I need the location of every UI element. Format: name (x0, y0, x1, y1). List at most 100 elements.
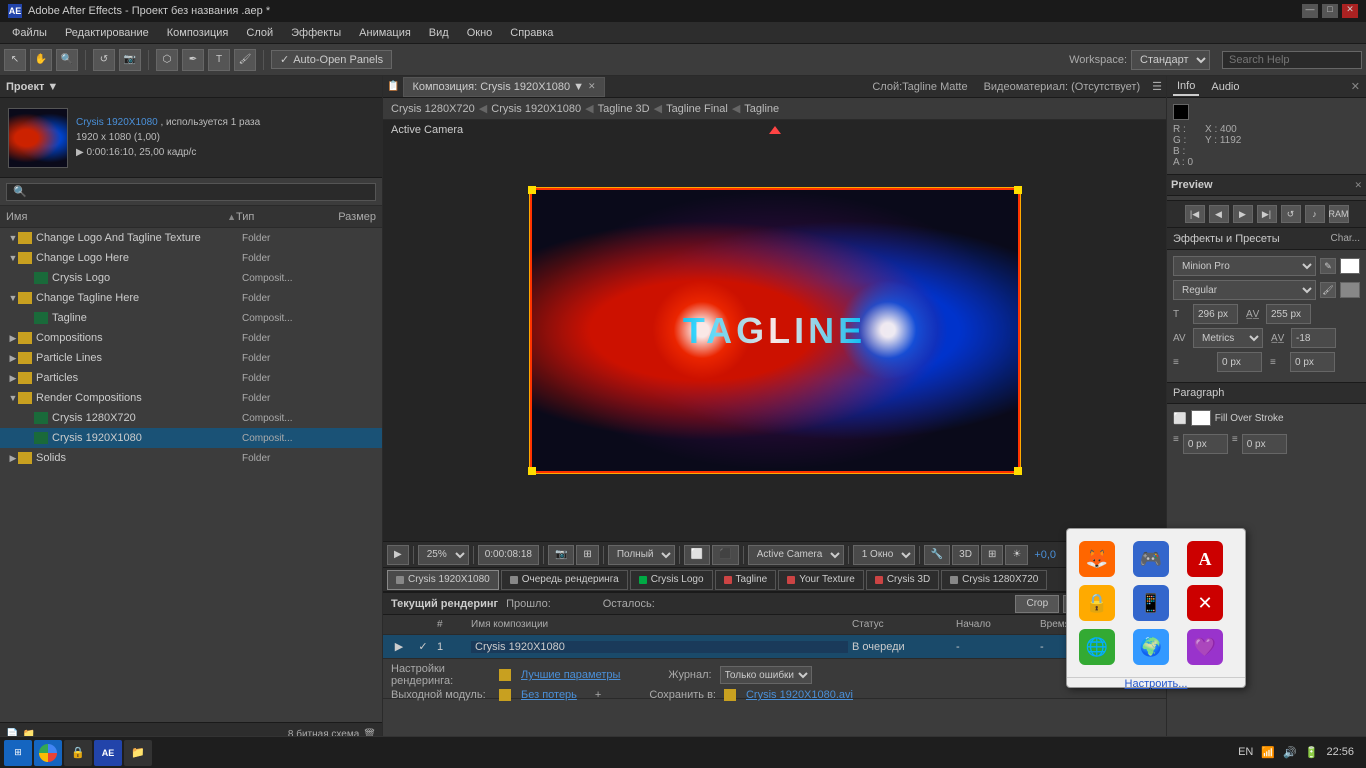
add-output-btn[interactable]: + (595, 689, 601, 701)
start-btn[interactable]: ⊞ (4, 740, 32, 766)
menu-layer[interactable]: Слой (238, 25, 281, 41)
panel-close-icon[interactable]: ✕ (1351, 80, 1360, 93)
bottom-tab-your-texture[interactable]: Your Texture (778, 570, 864, 590)
prev-play-btn[interactable]: ▶ (1233, 205, 1253, 223)
bottom-tab-crysis-1920[interactable]: Crysis 1920X1080 (387, 570, 499, 590)
exposure-btn[interactable]: ☀ (1005, 545, 1028, 565)
preview-close-icon[interactable]: ✕ (1354, 180, 1362, 191)
menu-animation[interactable]: Анимация (351, 25, 419, 41)
prev-loop-btn[interactable]: ↺ (1281, 205, 1301, 223)
auto-open-panels-btn[interactable]: ✓ Auto-Open Panels (271, 50, 392, 69)
log-select[interactable]: Только ошибки (720, 666, 812, 684)
tool-text[interactable]: T (208, 49, 230, 71)
font-size-input[interactable] (1193, 304, 1238, 324)
metrics-select[interactable]: Metrics (1193, 328, 1263, 348)
prev-first-btn[interactable]: |◀ (1185, 205, 1205, 223)
font-style-swatch[interactable] (1340, 282, 1360, 298)
comp-tab-crysis[interactable]: Композиция: Crysis 1920X1080 ▼ ✕ (403, 77, 604, 97)
color-swatch[interactable] (1173, 104, 1189, 120)
font-pencil-btn[interactable]: ✎ (1320, 258, 1336, 274)
audio-tab[interactable]: Audio (1207, 79, 1243, 95)
workspace-select[interactable]: Стандарт (1131, 50, 1210, 70)
fill-swatch[interactable] (1191, 410, 1211, 426)
font-style-select[interactable]: Regular (1173, 280, 1316, 300)
tree-item-change-tagline-here[interactable]: ▼ Change Tagline Here Folder (0, 288, 382, 308)
char-tab[interactable]: Char... (1331, 233, 1360, 244)
minimize-button[interactable]: — (1302, 4, 1318, 18)
menu-composition[interactable]: Композиция (159, 25, 237, 41)
menu-window[interactable]: Окно (459, 25, 501, 41)
tree-item-change-logo-here[interactable]: ▼ Change Logo Here Folder (0, 248, 382, 268)
tree-item-solids[interactable]: ▶ Solids Folder (0, 448, 382, 468)
viewport[interactable]: Active Camera TAGLINE (383, 120, 1166, 541)
tracking-input[interactable] (1266, 304, 1311, 324)
popup-icon-gamepad[interactable]: 🎮 (1133, 541, 1169, 577)
indent-right-input[interactable] (1290, 352, 1335, 372)
breadcrumb-crysis-1280[interactable]: Crysis 1280X720 (391, 103, 475, 115)
menu-help[interactable]: Справка (502, 25, 561, 41)
popup-icon-web[interactable]: 🌐 (1079, 629, 1115, 665)
tool-zoom[interactable]: 🔍 (56, 49, 78, 71)
popup-icon-fox[interactable]: 🦊 (1079, 541, 1115, 577)
font-family-select[interactable]: Minion Pro (1173, 256, 1316, 276)
tool-arrow[interactable]: ↖ (4, 49, 26, 71)
close-button[interactable]: ✕ (1342, 4, 1358, 18)
timecode-btn[interactable]: 0:00:08:18 (478, 545, 539, 565)
save-value[interactable]: Crysis 1920X1080.avi (746, 689, 853, 701)
render-row-1[interactable]: ▶ ✓ 1 Crysis 1920X1080 В очереди - - (383, 635, 1166, 659)
playback-btn[interactable]: ▶ (387, 545, 409, 565)
output-value[interactable]: Без потерь (521, 689, 577, 701)
breadcrumb-tagline-3d[interactable]: Tagline 3D (598, 103, 650, 115)
spacing-after-input[interactable] (1242, 434, 1287, 454)
search-input[interactable] (1222, 51, 1362, 69)
comp-tab-close[interactable]: ✕ (588, 81, 596, 92)
tree-item-crysis-logo[interactable]: Crysis Logo Composit... (0, 268, 382, 288)
bottom-tab-crysis-3d[interactable]: Crysis 3D (866, 570, 939, 590)
bottom-tab-render-queue[interactable]: Очередь рендеринга (501, 570, 628, 590)
zoom-select[interactable]: 25% (418, 545, 469, 565)
prev-fwd-btn[interactable]: ▶| (1257, 205, 1277, 223)
tree-item-particle-lines[interactable]: ▶ Particle Lines Folder (0, 348, 382, 368)
tree-item-render-compositions[interactable]: ▼ Render Compositions Folder (0, 388, 382, 408)
tree-item-crysis-1920[interactable]: Crysis 1920X1080 Composit... (0, 428, 382, 448)
render-options-btn[interactable]: 🔧 (924, 545, 950, 565)
menu-view[interactable]: Вид (421, 25, 457, 41)
tree-item-compositions[interactable]: ▶ Compositions Folder (0, 328, 382, 348)
popup-icon-phone[interactable]: 📱 (1133, 585, 1169, 621)
camera-select[interactable]: Active Camera (748, 545, 844, 565)
snap-btn[interactable]: 📷 (548, 545, 574, 565)
prev-audio-btn[interactable]: ♪ (1305, 205, 1325, 223)
settings-value[interactable]: Лучшие параметры (521, 669, 620, 681)
taskbar-folder[interactable]: 📁 (124, 740, 152, 766)
bottom-tab-crysis-logo[interactable]: Crysis Logo (630, 570, 713, 590)
maximize-button[interactable]: □ (1322, 4, 1338, 18)
grid-btn[interactable]: ⊞ (576, 545, 598, 565)
panel-menu-icon[interactable]: ☰ (1152, 80, 1162, 93)
layout-btn[interactable]: ⊞ (981, 545, 1003, 565)
menu-edit[interactable]: Редактирование (57, 25, 157, 41)
tool-pen[interactable]: ✒ (182, 49, 204, 71)
font-color-swatch[interactable] (1340, 258, 1360, 274)
prev-ram-btn[interactable]: RAM (1329, 205, 1349, 223)
breadcrumb-crysis-1920[interactable]: Crysis 1920X1080 (491, 103, 581, 115)
popup-icon-heart[interactable]: 💜 (1187, 629, 1223, 665)
taskbar-ae[interactable]: AE (94, 740, 122, 766)
preview-thumbnail[interactable] (8, 108, 68, 168)
region-btn[interactable]: ⬜ (684, 545, 710, 565)
baseline-input[interactable] (1291, 328, 1336, 348)
tree-item-crysis-1280[interactable]: Crysis 1280X720 Composit... (0, 408, 382, 428)
popup-icon-lock[interactable]: 🔒 (1079, 585, 1115, 621)
info-tab[interactable]: Info (1173, 78, 1199, 96)
bottom-tab-crysis-1280[interactable]: Crysis 1280X720 (941, 570, 1047, 590)
tree-item-tagline[interactable]: Tagline Composit... (0, 308, 382, 328)
tool-camera[interactable]: 📷 (119, 49, 141, 71)
bottom-tab-tagline[interactable]: Tagline (715, 570, 777, 590)
breadcrumb-tagline[interactable]: Tagline (744, 103, 779, 115)
popup-icon-close[interactable]: ✕ (1187, 585, 1223, 621)
project-search-input[interactable] (6, 183, 376, 201)
popup-setup-btn[interactable]: Настроить... (1067, 677, 1245, 690)
spacing-before-input[interactable] (1183, 434, 1228, 454)
transparency-btn[interactable]: ⬛ (712, 545, 738, 565)
tool-brush[interactable]: 🖌 (234, 49, 256, 71)
tool-hand[interactable]: ✋ (30, 49, 52, 71)
